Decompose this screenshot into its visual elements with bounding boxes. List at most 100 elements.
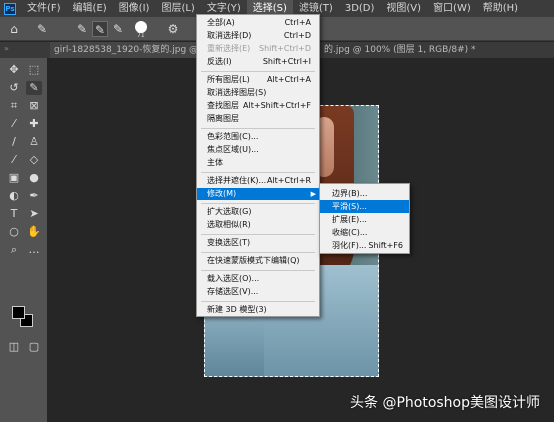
history-brush-tool-icon[interactable]: ⁄ (6, 153, 22, 167)
menu-item-label: 反选(I) (207, 57, 232, 66)
menu-item-label: 平滑(S)... (332, 202, 367, 211)
menu-divider (201, 270, 315, 271)
menu-item-label: 主体 (207, 158, 223, 167)
path-selection-tool-icon[interactable]: ➤ (26, 207, 42, 221)
move-tool-icon[interactable]: ✥ (6, 63, 22, 77)
menu-item-deselect-layers[interactable]: 取消选择图层(S) (197, 87, 319, 99)
lasso-tool-icon[interactable]: ↺ (6, 81, 22, 95)
eyedropper-tool-icon[interactable]: ⁄ (6, 117, 22, 131)
menu-item-shortcut: Alt+Shift+Ctrl+F (243, 101, 311, 110)
submenu-arrow-icon: ▶ (310, 190, 316, 198)
add-to-selection-icon[interactable]: ✎ (92, 21, 108, 37)
menu-item-isolate-layers[interactable]: 隔离图层 (197, 113, 319, 125)
menu-item-label: 全部(A) (207, 18, 235, 27)
menu-item-shortcut: Alt+Ctrl+R (266, 176, 311, 185)
hand-tool-icon[interactable]: ✋ (26, 225, 42, 239)
zoom-tool-icon[interactable]: ⌕ (6, 243, 22, 257)
type-tool-icon[interactable]: T (6, 207, 22, 221)
tab-document-2[interactable]: 的.jpg @ 100% (图层 1, RGB/8#) * (324, 42, 476, 58)
menu-item-label: 在快速蒙版模式下编辑(Q) (207, 256, 300, 265)
menu-divider (201, 234, 315, 235)
menu-item-deselect[interactable]: 取消选择(D) Ctrl+D (197, 30, 319, 42)
menu-item-label: 取消选择(D) (207, 31, 252, 40)
menu-divider (201, 252, 315, 253)
clone-stamp-tool-icon[interactable]: ♙ (26, 135, 42, 149)
frame-tool-icon[interactable]: ⊠ (26, 99, 42, 113)
subtract-from-selection-icon[interactable]: ✎ (110, 21, 126, 37)
menu-item-load-selection[interactable]: 载入选区(O)... (197, 273, 319, 285)
submenu-item-contract[interactable]: 收缩(C)... (320, 226, 409, 239)
menu-item-label: 修改(M) (207, 189, 237, 198)
marquee-tool-icon[interactable]: ⬚ (26, 63, 42, 77)
menu-item-shortcut: Shift+F6 (368, 241, 403, 250)
menu-divider (201, 71, 315, 72)
menu-item-shortcut: Ctrl+D (283, 31, 311, 40)
menu-item-quick-mask[interactable]: 在快速蒙版模式下编辑(Q) (197, 255, 319, 267)
submenu-item-feather[interactable]: 羽化(F)... Shift+F6 (320, 239, 409, 252)
menu-item-find-layers[interactable]: 查找图层 Alt+Shift+Ctrl+F (197, 100, 319, 112)
menu-divider (201, 128, 315, 129)
menu-item-new-3d-model[interactable]: 新建 3D 模型(3) (197, 304, 319, 316)
menu-file[interactable]: 文件(F) (21, 0, 67, 17)
menu-item-label: 选择并遮住(K)... (207, 176, 267, 185)
foreground-color-swatch[interactable] (12, 306, 25, 319)
menu-item-label: 变换选区(T) (207, 238, 251, 247)
menu-item-shortcut: Shift+Ctrl+D (259, 44, 311, 53)
shape-tool-icon[interactable]: ○ (6, 225, 22, 239)
eraser-tool-icon[interactable]: ◇ (26, 153, 42, 167)
menu-item-save-selection[interactable]: 存储选区(V)... (197, 286, 319, 298)
blur-tool-icon[interactable]: ● (26, 171, 42, 185)
photoshop-logo-icon: Ps (4, 2, 16, 15)
quick-selection-tool-icon[interactable]: ✎ (34, 21, 50, 37)
menu-item-label: 重新选择(E) (207, 44, 251, 53)
menu-view[interactable]: 视图(V) (380, 0, 427, 17)
menu-layer[interactable]: 图层(L) (155, 0, 200, 17)
panel-collapse-icon[interactable]: » (4, 44, 9, 53)
submenu-item-border[interactable]: 边界(B)... (320, 187, 409, 200)
quick-selection-tool-icon[interactable]: ✎ (26, 81, 42, 95)
submenu-item-smooth[interactable]: 平滑(S)... (320, 200, 409, 213)
gradient-tool-icon[interactable]: ▣ (6, 171, 22, 185)
menu-item-focus-area[interactable]: 焦点区域(U)... (197, 144, 319, 156)
menu-item-label: 色彩范围(C)... (207, 132, 259, 141)
menu-item-label: 载入选区(O)... (207, 274, 260, 283)
watermark-text: 头条 @Photoshop美图设计师 (350, 395, 541, 411)
menu-item-label: 焦点区域(U)... (207, 145, 259, 154)
menu-edit[interactable]: 编辑(E) (67, 0, 113, 17)
home-icon[interactable]: ⌂ (6, 21, 22, 37)
dodge-tool-icon[interactable]: ◐ (6, 189, 22, 203)
menu-item-all[interactable]: 全部(A) Ctrl+A (197, 17, 319, 29)
menu-3d[interactable]: 3D(D) (339, 0, 381, 17)
menu-divider (201, 301, 315, 302)
menu-item-label: 羽化(F)... (332, 241, 367, 250)
pen-tool-icon[interactable]: ✒ (26, 189, 42, 203)
healing-brush-tool-icon[interactable]: ✚ (26, 117, 42, 131)
submenu-item-expand[interactable]: 扩展(E)... (320, 213, 409, 226)
photoshop-window: Ps 文件(F) 编辑(E) 图像(I) 图层(L) 文字(Y) 选择(S) 滤… (0, 0, 554, 422)
menu-item-all-layers[interactable]: 所有图层(L) Alt+Ctrl+A (197, 74, 319, 86)
menu-window[interactable]: 窗口(W) (427, 0, 477, 17)
brush-tool-icon[interactable]: / (6, 135, 22, 149)
menu-help[interactable]: 帮助(H) (477, 0, 524, 17)
menu-item-select-and-mask[interactable]: 选择并遮住(K)... Alt+Ctrl+R (197, 175, 319, 187)
menu-item-shortcut: Ctrl+A (284, 18, 311, 27)
sample-all-layers-icon[interactable]: ⚙ (165, 21, 181, 37)
menu-item-inverse[interactable]: 反选(I) Shift+Ctrl+I (197, 56, 319, 68)
menu-item-label: 收缩(C)... (332, 228, 368, 237)
menu-divider (201, 203, 315, 204)
new-selection-icon[interactable]: ✎ (74, 21, 90, 37)
modify-submenu: 边界(B)... 平滑(S)... 扩展(E)... 收缩(C)... 羽化(F… (319, 183, 410, 254)
menu-item-transform-selection[interactable]: 变换选区(T) (197, 237, 319, 249)
menu-item-color-range[interactable]: 色彩范围(C)... (197, 131, 319, 143)
menu-item-label: 新建 3D 模型(3) (207, 305, 267, 314)
menu-item-modify[interactable]: 修改(M) ▶ (197, 188, 319, 200)
quick-mask-icon[interactable]: ◫ (6, 340, 22, 354)
menu-item-shortcut: Shift+Ctrl+I (262, 57, 311, 66)
menu-image[interactable]: 图像(I) (113, 0, 156, 17)
more-tools-icon[interactable]: … (26, 243, 42, 257)
crop-tool-icon[interactable]: ⌗ (6, 99, 22, 113)
menu-item-similar[interactable]: 选取相似(R) (197, 219, 319, 231)
menu-item-grow[interactable]: 扩大选取(G) (197, 206, 319, 218)
menu-item-subject[interactable]: 主体 (197, 157, 319, 169)
screen-mode-icon[interactable]: ▢ (26, 340, 42, 354)
